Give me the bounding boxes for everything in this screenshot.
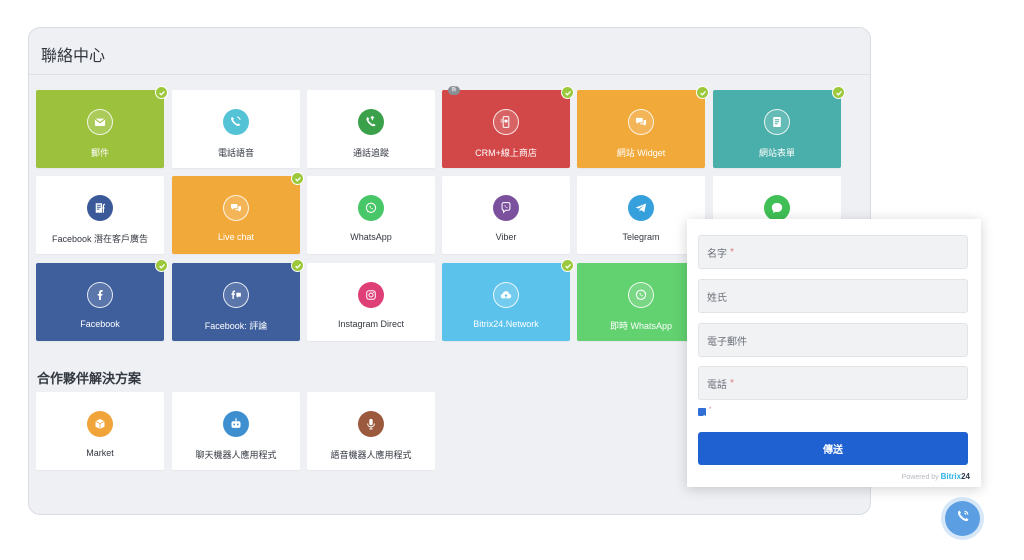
connected-check-icon — [291, 172, 304, 185]
tile-label: 郵件 — [90, 148, 109, 158]
connector-tile-telegram[interactable]: Telegram — [577, 176, 705, 254]
phone-field[interactable]: 電話 * — [698, 366, 968, 400]
call-widget-button[interactable] — [945, 501, 980, 536]
tile-label: Viber — [495, 232, 517, 242]
tile-label: 網站 Widget — [616, 148, 666, 158]
connected-check-icon — [291, 259, 304, 272]
connector-tile-whatsapp[interactable]: WhatsApp — [307, 176, 435, 254]
phone-call-icon — [955, 508, 971, 529]
connector-tile-facebook[interactable]: Facebook: 評論 — [172, 259, 304, 341]
tile-label: Facebook — [80, 319, 120, 329]
connector-tile-live-chat[interactable]: Live chat — [172, 172, 304, 254]
connected-check-icon — [561, 259, 574, 272]
online-store-icon — [493, 109, 519, 135]
market-box-icon — [87, 411, 113, 437]
tile-label: Market — [86, 448, 114, 458]
tile-label: WhatsApp — [350, 232, 392, 242]
connector-tile-20[interactable]: 語音機器人應用程式 — [307, 392, 435, 470]
cloud-icon — [493, 282, 519, 308]
tile-label: CRM+線上商店 — [475, 148, 537, 158]
tile-label: 網站表單 — [758, 148, 795, 158]
last-name-placeholder: 姓氏 — [707, 292, 727, 304]
powered-by[interactable]: Powered by Bitrix24 — [902, 472, 970, 481]
form-icon — [764, 109, 790, 135]
tile-label: Instagram Direct — [337, 319, 405, 329]
chatbot-icon — [223, 411, 249, 437]
connector-tile-facebook[interactable]: Facebook 潛在客戶廣告 — [36, 176, 164, 254]
connector-tile-crm[interactable]: CRM+線上商店 新 — [442, 86, 574, 168]
connector-tile-facebook[interactable]: Facebook — [36, 259, 168, 341]
phone-call-icon — [223, 109, 249, 135]
tile-label: 通話追蹤 — [352, 148, 389, 158]
telegram-icon — [628, 195, 654, 221]
tile-label: Facebook: 評論 — [204, 321, 268, 331]
microphone-icon — [358, 411, 384, 437]
connected-check-icon — [561, 86, 574, 99]
email-field[interactable]: 電子郵件 — [698, 323, 968, 357]
connector-tile-2[interactable]: 電話語音 — [172, 90, 300, 168]
new-badge: 新 — [448, 86, 460, 95]
tile-label: Live chat — [217, 232, 255, 242]
messenger-bubble-icon — [764, 195, 790, 221]
connector-tile-1[interactable]: 郵件 — [36, 86, 168, 168]
connector-tile-6[interactable]: 網站表單 — [713, 86, 845, 168]
connector-tile-whatsapp[interactable]: 即時 WhatsApp — [577, 263, 705, 341]
facebook-icon — [87, 282, 113, 308]
connector-tile-19[interactable]: 聊天機器人應用程式 — [172, 392, 300, 470]
last-name-field[interactable]: 姓氏 — [698, 279, 968, 313]
tile-label: Facebook 潛在客戶廣告 — [51, 234, 149, 244]
tile-label: Telegram — [622, 232, 660, 242]
facebook-comments-icon — [223, 282, 249, 308]
connector-tile-widget[interactable]: 網站 Widget — [577, 86, 709, 168]
tile-label: 即時 WhatsApp — [609, 321, 673, 331]
connected-check-icon — [832, 86, 845, 99]
connector-tile-bitrix24-network[interactable]: Bitrix24.Network — [442, 259, 574, 341]
viber-icon — [493, 195, 519, 221]
call-tracking-icon — [358, 109, 384, 135]
connector-tile-instagram-direct[interactable]: Instagram Direct — [307, 263, 435, 341]
tile-label: Bitrix24.Network — [473, 319, 539, 329]
whatsapp-icon — [628, 282, 654, 308]
first-name-field[interactable]: 名字 * — [698, 235, 968, 269]
consent-required-mark: * — [709, 407, 712, 413]
connector-tile-viber[interactable]: Viber — [442, 176, 570, 254]
consent-checkbox[interactable] — [698, 408, 706, 420]
first-name-placeholder: 名字 — [707, 248, 727, 260]
tile-label: 聊天機器人應用程式 — [195, 450, 277, 460]
connected-check-icon — [155, 86, 168, 99]
page-title: 聯絡中心 — [41, 48, 106, 65]
connected-check-icon — [155, 259, 168, 272]
required-mark: * — [730, 377, 734, 389]
phone-placeholder: 電話 — [707, 379, 727, 391]
whatsapp-icon — [358, 195, 384, 221]
mail-icon — [87, 109, 113, 135]
chat-bubbles-icon — [628, 109, 654, 135]
partners-section-title: 合作夥伴解決方案 — [37, 371, 142, 386]
connector-tile-market[interactable]: Market — [36, 392, 164, 470]
facebook-lead-ads-icon — [87, 195, 113, 221]
send-button[interactable]: 傳送 — [698, 432, 968, 465]
powered-prefix: Powered by — [901, 474, 939, 481]
required-mark: * — [730, 246, 734, 258]
tile-label: 電話語音 — [217, 148, 254, 158]
tile-label: 語音機器人應用程式 — [330, 450, 412, 460]
live-chat-icon — [223, 195, 249, 221]
title-divider — [29, 74, 870, 75]
crm-form-popup: 名字 * 姓氏 電子郵件 電話 * * 傳送 Powered by Bitrix24 — [687, 219, 981, 487]
email-placeholder: 電子郵件 — [707, 336, 747, 348]
powered-brand: Bitrix — [940, 472, 962, 481]
connector-tile-3[interactable]: 通話追蹤 — [307, 90, 435, 168]
instagram-icon — [358, 282, 384, 308]
check-icon — [699, 414, 706, 420]
powered-brand-number: 24 — [961, 472, 970, 481]
connected-check-icon — [696, 86, 709, 99]
